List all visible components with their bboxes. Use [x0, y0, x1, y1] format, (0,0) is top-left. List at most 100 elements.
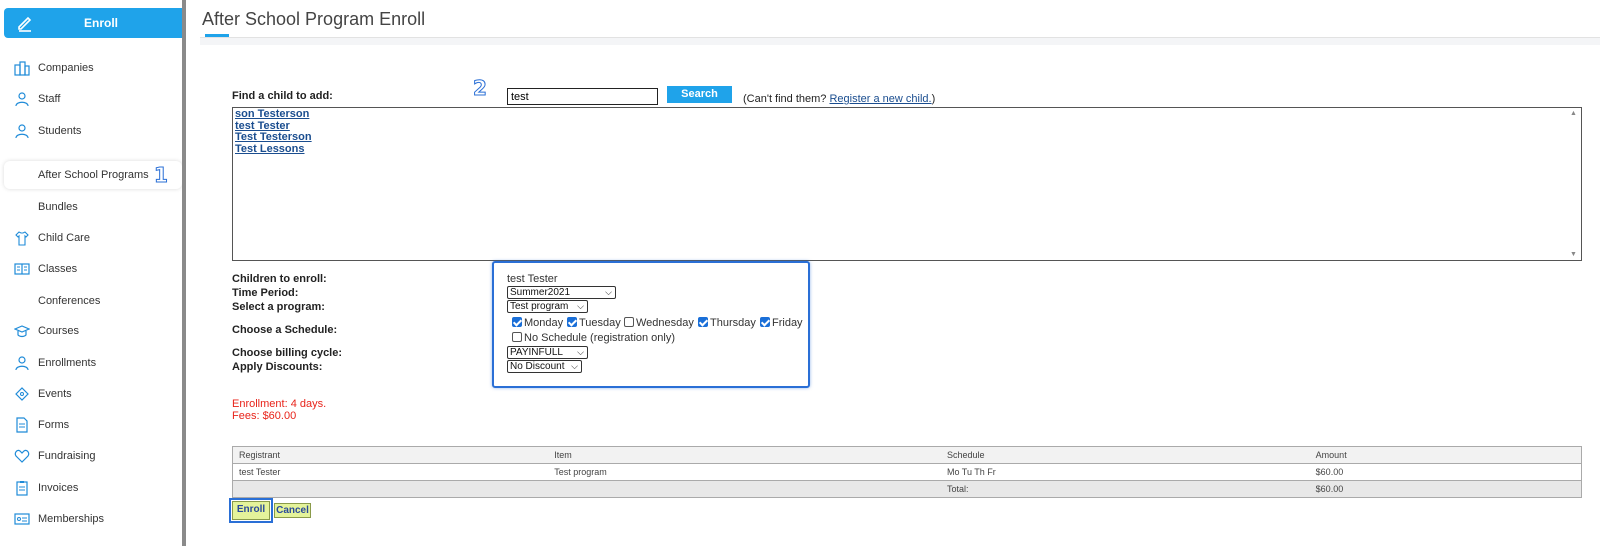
sidebar-item-memberships[interactable]: Memberships — [0, 505, 182, 533]
program-select[interactable]: Test program ⌵ — [507, 300, 588, 313]
search-button[interactable]: Search — [667, 86, 732, 103]
sidebar-item-classes[interactable]: Classes — [0, 255, 182, 283]
chevron-down-icon: ⌵ — [605, 287, 612, 297]
sidebar-item-label: Memberships — [38, 513, 105, 525]
sidebar-item-conferences[interactable]: Conferences — [0, 287, 182, 315]
sidebar-item-forms[interactable]: Forms — [0, 411, 182, 439]
program-value: Test program — [510, 301, 569, 312]
heart-icon — [14, 449, 30, 463]
cant-find-suffix: ) — [931, 93, 936, 105]
monday-checkbox[interactable]: Monday — [512, 317, 563, 329]
billing-cycle-value: PAYINFULL — [510, 347, 563, 358]
sidebar-item-staff[interactable]: Staff — [0, 85, 182, 113]
result-item[interactable]: Test Testerson — [235, 131, 1581, 144]
cancel-button[interactable]: Cancel — [274, 503, 311, 518]
children-to-enroll-label: Children to enroll: — [232, 273, 327, 285]
item-cell: Test program — [554, 467, 607, 477]
time-period-select[interactable]: Summer2021 ⌵ — [507, 286, 616, 299]
step-marker-2: 2 — [473, 76, 488, 101]
no-schedule-checkbox[interactable]: No Schedule (registration only) — [512, 332, 675, 344]
sidebar-item-bundles[interactable]: Bundles — [0, 193, 182, 221]
document-icon — [16, 417, 28, 433]
total-value: $60.00 — [1315, 484, 1344, 494]
wednesday-checkbox[interactable]: Wednesday — [624, 317, 694, 329]
registrant-cell: test Tester — [239, 467, 281, 477]
amount-cell: $60.00 — [1315, 467, 1344, 477]
sidebar-item-label: Conferences — [38, 295, 101, 307]
cant-find-text: (Can't find them? Register a new child.) — [743, 93, 935, 105]
checkbox-unchecked-icon — [624, 317, 634, 327]
discount-value: No Discount — [510, 361, 565, 372]
enroll-button[interactable]: Enroll — [229, 498, 273, 523]
enroll-nav-button[interactable]: Enroll — [4, 8, 184, 38]
friday-checkbox[interactable]: Friday — [760, 317, 803, 329]
content-band — [200, 38, 1600, 45]
sidebar-item-label: Fundraising — [38, 450, 96, 462]
result-item[interactable]: Test Lessons — [235, 143, 1581, 156]
sidebar-item-label: Invoices — [38, 482, 79, 494]
checkbox-unchecked-icon — [512, 332, 522, 342]
ticket-icon — [15, 387, 29, 401]
monday-label: Monday — [524, 317, 564, 329]
sidebar: Enroll Companies Staff Students After Sc… — [0, 0, 185, 546]
apply-discounts-label: Apply Discounts: — [232, 361, 323, 373]
billing-cycle-select[interactable]: PAYINFULL ⌵ — [507, 346, 588, 359]
chevron-down-icon: ⌵ — [577, 347, 584, 357]
choose-schedule-label: Choose a Schedule: — [232, 324, 338, 336]
sidebar-item-label: Forms — [38, 419, 70, 431]
sidebar-item-enrollments[interactable]: Enrollments — [0, 349, 182, 377]
step-marker-1: 1 — [154, 163, 169, 188]
sidebar-item-invoices[interactable]: Invoices — [0, 474, 182, 502]
page-title: After School Program Enroll — [202, 9, 426, 29]
chevron-down-icon: ⌵ — [571, 361, 578, 371]
table-header-row: Registrant Item Schedule Amount — [232, 446, 1582, 464]
sidebar-item-label: Students — [38, 125, 82, 137]
id-card-icon — [14, 513, 30, 525]
schedule-cell: Mo Tu Th Fr — [946, 467, 996, 477]
sidebar-item-label: After School Programs — [38, 169, 149, 181]
thursday-checkbox[interactable]: Thursday — [698, 317, 756, 329]
sidebar-item-fundraising[interactable]: Fundraising — [0, 442, 182, 470]
child-search-input[interactable] — [507, 88, 658, 105]
book-icon — [14, 263, 30, 275]
sidebar-item-events[interactable]: Events — [0, 380, 182, 408]
column-header: Schedule — [946, 450, 985, 460]
results-scrollbar[interactable]: ▲ ▼ — [1567, 108, 1581, 260]
enrollment-days-text: Enrollment: 4 days. — [232, 398, 327, 410]
building-icon — [14, 61, 30, 76]
enroll-nav-label: Enroll — [84, 16, 119, 30]
result-item[interactable]: son Testerson — [235, 108, 1581, 121]
sidebar-item-label: Bundles — [38, 201, 78, 213]
table-total-row: Total: $60.00 — [232, 480, 1582, 498]
sidebar-item-label: Companies — [38, 62, 94, 74]
checkbox-checked-icon — [512, 317, 522, 327]
sidebar-item-label: Classes — [38, 263, 78, 275]
sidebar-scrollbar[interactable] — [182, 0, 186, 546]
sidebar-item-label: Child Care — [38, 232, 90, 244]
column-header: Amount — [1315, 450, 1347, 460]
sidebar-item-label: Staff — [38, 93, 61, 105]
sidebar-item-students[interactable]: Students — [0, 117, 182, 145]
chevron-down-icon: ⌵ — [577, 301, 584, 311]
thursday-label: Thursday — [710, 317, 756, 329]
tuesday-label: Tuesday — [579, 317, 621, 329]
column-header: Registrant — [239, 450, 281, 460]
person-icon — [15, 124, 29, 139]
total-label: Total: — [946, 484, 969, 494]
column-header: Item — [554, 450, 572, 460]
scroll-up-icon[interactable]: ▲ — [1570, 110, 1577, 117]
children-to-enroll-value: test Tester — [507, 273, 558, 285]
register-child-link[interactable]: Register a new child. — [829, 93, 931, 105]
table-row: test Tester Test program Mo Tu Th Fr $60… — [233, 464, 1582, 481]
result-item[interactable]: test Tester — [235, 120, 1581, 133]
friday-label: Friday — [772, 317, 803, 329]
discount-select[interactable]: No Discount ⌵ — [507, 360, 582, 373]
sidebar-item-companies[interactable]: Companies — [0, 54, 182, 82]
checkbox-checked-icon — [567, 317, 577, 327]
clipboard-icon — [16, 481, 28, 496]
scroll-down-icon[interactable]: ▼ — [1570, 251, 1577, 258]
tuesday-checkbox[interactable]: Tuesday — [567, 317, 621, 329]
sidebar-item-child-care[interactable]: Child Care — [0, 224, 182, 252]
sidebar-item-courses[interactable]: Courses — [0, 317, 182, 345]
child-results-list[interactable]: son Testerson test Tester Test Testerson… — [232, 107, 1582, 261]
